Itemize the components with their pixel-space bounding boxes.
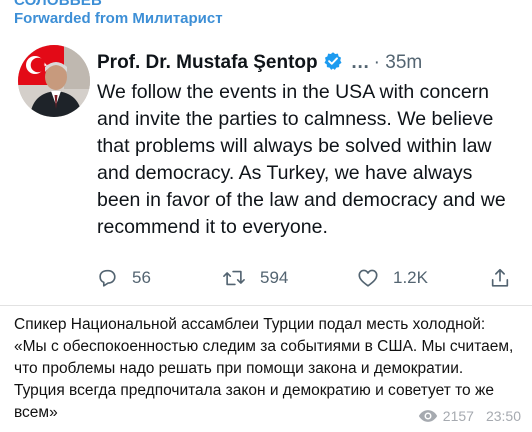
share-icon	[491, 268, 509, 287]
like-button[interactable]: 1.2K	[357, 267, 428, 289]
reply-button[interactable]: 56	[96, 267, 151, 289]
message-meta: 2157 23:50	[418, 408, 521, 424]
retweet-icon	[223, 270, 245, 286]
forwarded-label: Forwarded from	[14, 10, 129, 27]
divider	[0, 305, 532, 306]
retweet-count: 594	[260, 268, 289, 287]
retweet-button[interactable]: 594	[222, 267, 288, 289]
forwarded-from-header[interactable]: Forwarded from Милитарист	[14, 10, 223, 27]
verified-badge-icon	[323, 51, 343, 77]
like-count: 1.2K	[393, 268, 428, 287]
like-icon	[358, 269, 378, 287]
share-button[interactable]	[489, 267, 525, 289]
avatar-photo-icon	[18, 45, 90, 117]
views-eye-icon	[418, 410, 437, 422]
tweet-author-name[interactable]: Prof. Dr. Mustafa Şentop	[97, 52, 318, 73]
channel-title-clipped: СОЛОВЬЁВ	[14, 0, 103, 9]
tweet-age: · 35m	[373, 52, 423, 73]
view-count: 2157	[442, 408, 474, 424]
tweet-actions: 56 594 1.2K	[96, 267, 516, 295]
avatar	[18, 45, 90, 117]
forwarded-source-link[interactable]: Милитарист	[132, 10, 222, 27]
tweet-screenshot: Prof. Dr. Mustafa Şentop … · 35m We follow…	[0, 34, 532, 302]
more-dots[interactable]: …	[351, 52, 370, 73]
tweet-header: Prof. Dr. Mustafa Şentop … · 35m	[97, 51, 422, 77]
message-time: 23:50	[485, 408, 521, 424]
tweet-text: We follow the events in the USA with con…	[97, 81, 506, 238]
reply-icon	[99, 269, 116, 287]
reply-count: 56	[132, 268, 151, 287]
